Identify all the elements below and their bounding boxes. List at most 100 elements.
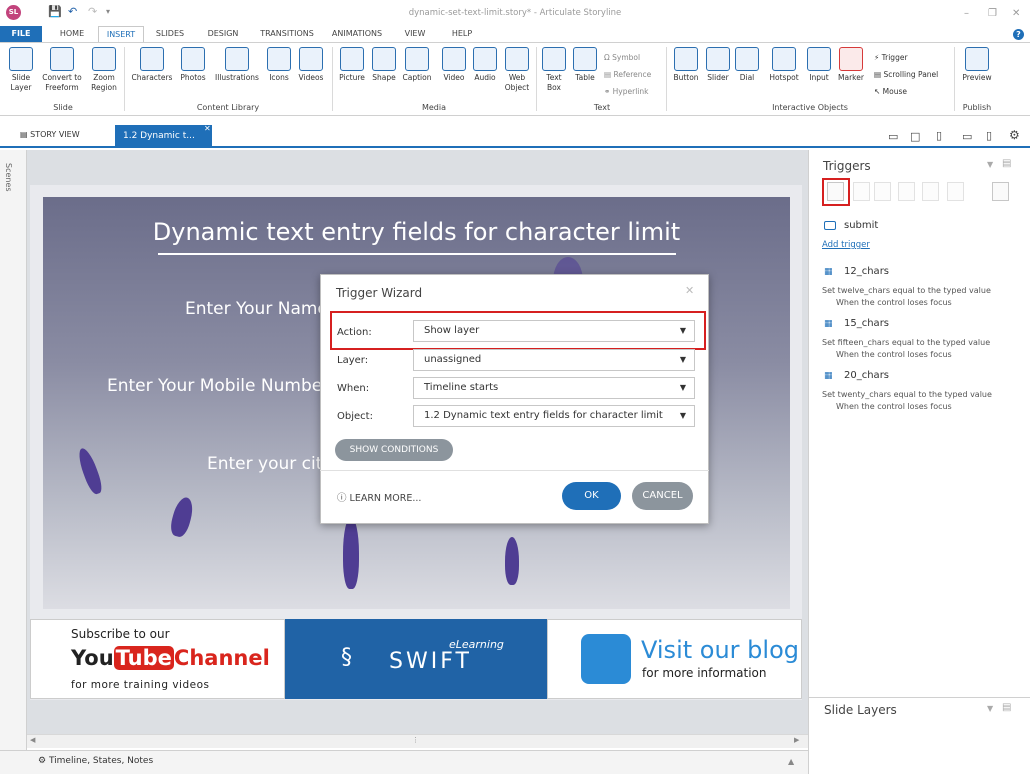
- when-select[interactable]: Timeline starts ▼: [413, 377, 695, 399]
- scroll-right-icon[interactable]: ▶: [794, 736, 799, 744]
- icons-button[interactable]: Icons: [264, 47, 294, 83]
- panel-pin-icon[interactable]: ▤: [1002, 702, 1011, 713]
- mouse-button[interactable]: ↖ Mouse: [874, 87, 907, 96]
- symbol-button[interactable]: Ω Symbol: [604, 53, 640, 62]
- picture-button[interactable]: Picture: [336, 47, 368, 83]
- input-button[interactable]: Input: [805, 47, 833, 83]
- tab-animations[interactable]: ANIMATIONS: [326, 26, 388, 42]
- group-divider: [124, 47, 125, 111]
- tab-home[interactable]: HOME: [52, 26, 92, 42]
- move-up-icon[interactable]: [947, 182, 964, 201]
- audio-button[interactable]: Audio: [470, 47, 500, 83]
- restore-icon[interactable]: ❐: [988, 8, 997, 19]
- trigger-desc-20-chars[interactable]: Set twenty_chars equal to the typed valu…: [822, 389, 992, 413]
- cancel-button[interactable]: CANCEL: [632, 482, 693, 510]
- panel-pin-icon[interactable]: ▤: [1002, 158, 1011, 169]
- icons-icon: [267, 47, 291, 71]
- reference-button[interactable]: ▤ Reference: [604, 70, 651, 79]
- tab-design[interactable]: DESIGN: [200, 26, 246, 42]
- timeline-states-notes-toggle[interactable]: ⚙ Timeline, States, Notes: [38, 756, 153, 766]
- swift-banner[interactable]: § SWIFT eLearning: [285, 619, 547, 699]
- object-select[interactable]: 1.2 Dynamic text entry fields for charac…: [413, 405, 695, 427]
- dial-button[interactable]: Dial: [734, 47, 760, 83]
- shape-button[interactable]: Shape: [369, 47, 399, 83]
- expand-up-icon[interactable]: ▲: [788, 757, 794, 766]
- web-object-button[interactable]: Web Object: [502, 47, 532, 93]
- tab-transitions[interactable]: TRANSITIONS: [252, 26, 322, 42]
- delete-trigger-icon[interactable]: [922, 182, 939, 201]
- trigger-object-15-chars[interactable]: 15_chars: [844, 318, 889, 329]
- text-box-icon: [542, 47, 566, 71]
- videos-button[interactable]: Videos: [296, 47, 326, 83]
- device-phone-portrait-icon[interactable]: ▯: [986, 129, 992, 142]
- group-label-slide: Slide: [53, 103, 73, 112]
- trigger-desc-15-chars[interactable]: Set fifteen_chars equal to the typed val…: [822, 337, 990, 361]
- illustrations-button[interactable]: Illustrations: [210, 47, 264, 83]
- text-box-button[interactable]: Text Box: [540, 47, 568, 93]
- video-button[interactable]: Video: [440, 47, 468, 83]
- zoom-region-button[interactable]: Zoom Region: [88, 47, 120, 93]
- city-label[interactable]: Enter your city: [207, 454, 332, 474]
- hotspot-button[interactable]: Hotspot: [764, 47, 804, 83]
- preview-button[interactable]: Preview: [958, 47, 996, 83]
- slide-tab[interactable]: 1.2 Dynamic t...: [115, 125, 212, 148]
- name-label[interactable]: Enter Your Name: [185, 299, 328, 319]
- device-tablet-landscape-icon[interactable]: □: [910, 130, 920, 143]
- blog-banner[interactable]: Visit our blog for more information: [547, 619, 802, 699]
- freeform-icon: [50, 47, 74, 71]
- tab-file[interactable]: FILE: [0, 26, 42, 42]
- convert-to-freeform-button[interactable]: Convert to Freeform: [38, 47, 86, 93]
- ok-button[interactable]: OK: [562, 482, 621, 510]
- trigger-desc-12-chars[interactable]: Set twelve_chars equal to the typed valu…: [822, 285, 991, 309]
- title-underline: [158, 253, 676, 255]
- variables-icon[interactable]: [992, 182, 1009, 201]
- scenes-panel[interactable]: [0, 150, 27, 750]
- device-phone-landscape-icon[interactable]: ▭: [962, 130, 972, 143]
- tab-help[interactable]: HELP: [446, 26, 478, 42]
- device-desktop-icon[interactable]: ▭: [888, 130, 898, 143]
- copy-trigger-icon[interactable]: [874, 182, 891, 201]
- characters-button[interactable]: Characters: [128, 47, 176, 83]
- table-button[interactable]: Table: [570, 47, 600, 83]
- show-conditions-button[interactable]: SHOW CONDITIONS: [335, 439, 453, 461]
- help-icon[interactable]: ?: [1013, 29, 1024, 40]
- dialog-close-icon[interactable]: ✕: [685, 284, 694, 297]
- videos-icon: [299, 47, 323, 71]
- slider-button[interactable]: Slider: [704, 47, 732, 83]
- learn-more-link[interactable]: ⓘ LEARN MORE...: [337, 490, 421, 504]
- photos-button[interactable]: Photos: [178, 47, 208, 83]
- story-view-tab[interactable]: ▤ STORY VIEW: [20, 130, 80, 139]
- scrolling-panel-button[interactable]: ▤ Scrolling Panel: [874, 70, 938, 79]
- close-icon[interactable]: ✕: [1012, 8, 1020, 19]
- trigger-button[interactable]: ⚡ Trigger: [874, 53, 908, 62]
- edit-trigger-icon[interactable]: [853, 182, 870, 201]
- layer-select[interactable]: unassigned ▼: [413, 349, 695, 371]
- mobile-number-label[interactable]: Enter Your Mobile Number: [107, 376, 329, 396]
- panel-menu-icon[interactable]: ▼: [987, 160, 993, 169]
- tab-view[interactable]: VIEW: [398, 26, 432, 42]
- tab-slides[interactable]: SLIDES: [150, 26, 190, 42]
- add-trigger-link[interactable]: Add trigger: [822, 240, 870, 250]
- scenes-label[interactable]: Scenes: [4, 163, 13, 192]
- trigger-object-20-chars[interactable]: 20_chars: [844, 370, 889, 381]
- minimize-icon[interactable]: –: [964, 8, 969, 19]
- panel-menu-icon[interactable]: ▼: [987, 704, 993, 713]
- slide-title[interactable]: Dynamic text entry fields for character …: [43, 218, 790, 246]
- tab-insert[interactable]: INSERT: [98, 26, 144, 43]
- object-label: Object:: [337, 411, 373, 422]
- swift-logo-icon: §: [341, 645, 352, 670]
- caption-button[interactable]: Caption: [400, 47, 434, 83]
- youtube-banner[interactable]: Subscribe to our YouTubeChannel for more…: [30, 619, 285, 699]
- close-tab-icon[interactable]: ✕: [204, 124, 211, 133]
- trigger-object-12-chars[interactable]: 12_chars: [844, 266, 889, 277]
- button-button[interactable]: Button: [670, 47, 702, 83]
- hyperlink-button[interactable]: ⚭ Hyperlink: [604, 87, 648, 96]
- device-tablet-portrait-icon[interactable]: ▯: [936, 129, 942, 142]
- slide-layer-button[interactable]: Slide Layer: [6, 47, 36, 93]
- scroll-thumb-grip-icon[interactable]: ⋮: [412, 736, 419, 744]
- scroll-left-icon[interactable]: ◀: [30, 736, 35, 744]
- marker-button[interactable]: Marker: [835, 47, 867, 83]
- trigger-object-submit[interactable]: submit: [844, 220, 878, 231]
- paste-trigger-icon[interactable]: [898, 182, 915, 201]
- settings-gear-icon[interactable]: ⚙: [1009, 128, 1020, 142]
